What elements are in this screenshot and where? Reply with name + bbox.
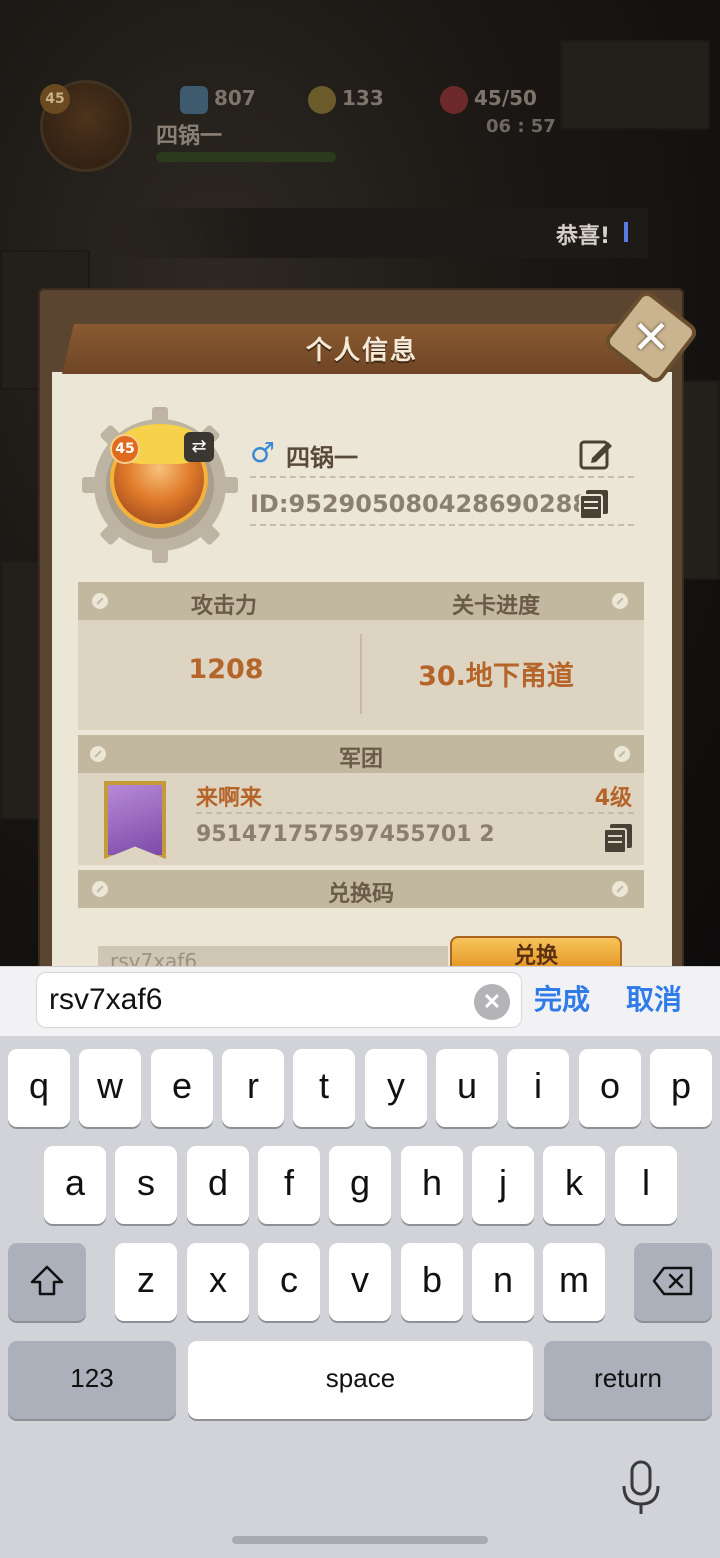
key-e[interactable]: e bbox=[151, 1049, 213, 1127]
player-level-badge: 45 bbox=[110, 434, 140, 464]
key-n[interactable]: n bbox=[472, 1243, 534, 1321]
shift-key[interactable] bbox=[8, 1243, 86, 1321]
key-u[interactable]: u bbox=[436, 1049, 498, 1127]
energy-timer: 06 : 57 bbox=[486, 116, 556, 137]
redeem-code-field[interactable]: rsv7xaf6 bbox=[98, 946, 448, 966]
key-h[interactable]: h bbox=[401, 1146, 463, 1224]
copy-legion-id-icon[interactable] bbox=[602, 822, 634, 854]
key-a[interactable]: a bbox=[44, 1146, 106, 1224]
male-icon: ♂ bbox=[250, 436, 276, 469]
key-j[interactable]: j bbox=[472, 1146, 534, 1224]
redeem-button[interactable]: 兑换 bbox=[450, 936, 622, 966]
player-id: ID:952905080428690288 bbox=[250, 490, 590, 518]
cancel-button[interactable]: 取消 bbox=[626, 978, 682, 1018]
banner-text: 恭喜! bbox=[555, 224, 610, 249]
key-p[interactable]: p bbox=[650, 1049, 712, 1127]
numbers-key[interactable]: 123 bbox=[8, 1341, 176, 1419]
player-name: 四锅一 bbox=[286, 444, 358, 472]
stats-separator bbox=[360, 634, 362, 714]
hud-coin-counter[interactable]: 133 bbox=[308, 84, 384, 114]
dialog-title: 个人信息 bbox=[305, 336, 418, 366]
key-o[interactable]: o bbox=[579, 1049, 641, 1127]
stage-label: 关卡进度 bbox=[451, 594, 540, 619]
energy-count: 45/50 bbox=[474, 86, 537, 110]
hud-xp-bar bbox=[156, 152, 336, 162]
legion-level: 4级 bbox=[594, 786, 632, 811]
key-s[interactable]: s bbox=[115, 1146, 177, 1224]
key-d[interactable]: d bbox=[187, 1146, 249, 1224]
energy-icon bbox=[440, 85, 468, 114]
done-button[interactable]: 完成 bbox=[534, 978, 590, 1018]
legion-id: 951471757597455701 2 bbox=[196, 822, 495, 847]
legion-name: 来啊来 bbox=[196, 786, 263, 811]
key-r[interactable]: r bbox=[222, 1049, 284, 1127]
key-v[interactable]: v bbox=[329, 1243, 391, 1321]
key-g[interactable]: g bbox=[329, 1146, 391, 1224]
space-key[interactable]: space bbox=[188, 1341, 533, 1419]
key-q[interactable]: q bbox=[8, 1049, 70, 1127]
banner-marker bbox=[624, 222, 628, 242]
pin-icon bbox=[612, 593, 628, 609]
divider bbox=[250, 476, 634, 478]
swap-avatar-icon[interactable]: ⇄ bbox=[184, 432, 214, 462]
microphone-icon[interactable] bbox=[618, 1458, 664, 1518]
home-indicator bbox=[232, 1536, 488, 1544]
key-b[interactable]: b bbox=[401, 1243, 463, 1321]
hud-energy-counter[interactable]: 45/50 bbox=[440, 84, 537, 114]
clear-text-icon[interactable]: ✕ bbox=[474, 984, 510, 1020]
legion-label: 军团 bbox=[338, 747, 383, 772]
background-building bbox=[560, 40, 710, 130]
key-w[interactable]: w bbox=[79, 1049, 141, 1127]
key-l[interactable]: l bbox=[615, 1146, 677, 1224]
key-m[interactable]: m bbox=[543, 1243, 605, 1321]
code-text-input[interactable]: rsv7xaf6 bbox=[36, 972, 522, 1028]
key-i[interactable]: i bbox=[507, 1049, 569, 1127]
key-x[interactable]: x bbox=[187, 1243, 249, 1321]
attack-label: 攻击力 bbox=[190, 594, 257, 619]
backspace-key[interactable] bbox=[634, 1243, 712, 1321]
return-key[interactable]: return bbox=[544, 1341, 712, 1419]
edit-name-icon[interactable] bbox=[578, 436, 614, 472]
backspace-icon bbox=[652, 1266, 693, 1296]
hud-level-badge: 45 bbox=[40, 84, 70, 114]
gem-count: 807 bbox=[214, 86, 256, 110]
hud-player-name: 四锅一 bbox=[156, 124, 223, 149]
hud-gem-counter[interactable]: 807 bbox=[180, 84, 256, 114]
attack-value: 1208 bbox=[188, 654, 264, 685]
key-t[interactable]: t bbox=[293, 1049, 355, 1127]
stage-value: 30.地下甬道 bbox=[418, 661, 574, 692]
coin-icon bbox=[308, 85, 336, 114]
pin-icon bbox=[92, 593, 108, 609]
shift-icon bbox=[30, 1265, 64, 1296]
divider bbox=[196, 812, 634, 814]
key-c[interactable]: c bbox=[258, 1243, 320, 1321]
key-y[interactable]: y bbox=[365, 1049, 427, 1127]
divider bbox=[250, 524, 634, 526]
key-z[interactable]: z bbox=[115, 1243, 177, 1321]
key-f[interactable]: f bbox=[258, 1146, 320, 1224]
close-icon: ✕ bbox=[631, 310, 671, 364]
key-k[interactable]: k bbox=[543, 1146, 605, 1224]
coin-count: 133 bbox=[342, 86, 384, 110]
redeem-label: 兑换码 bbox=[327, 882, 394, 907]
gem-icon bbox=[180, 85, 208, 114]
copy-id-icon[interactable] bbox=[578, 488, 610, 520]
